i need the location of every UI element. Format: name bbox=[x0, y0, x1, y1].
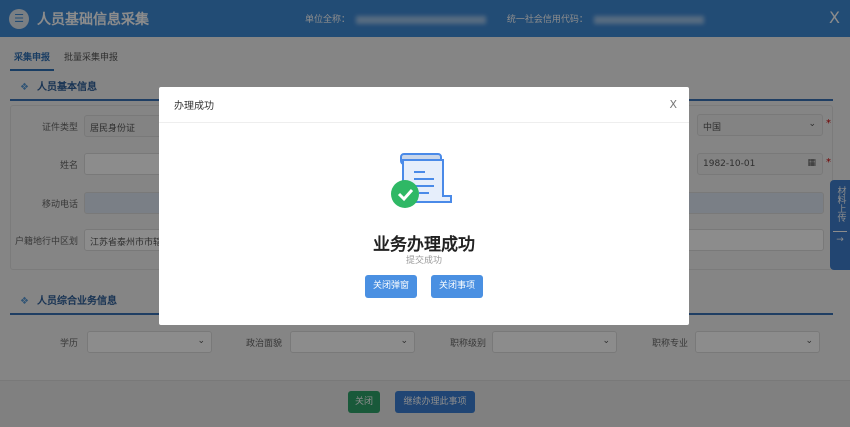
close-item-button[interactable]: 关闭事项 bbox=[431, 275, 483, 298]
success-dialog: 办理成功 X 业务办理成功 提交成功 关闭弹窗 关闭事项 bbox=[159, 87, 689, 325]
success-subtext: 提交成功 bbox=[405, 256, 442, 266]
document-success-icon bbox=[391, 153, 452, 208]
dialog-title: 办理成功 bbox=[159, 87, 689, 123]
close-popup-button[interactable]: 关闭弹窗 bbox=[365, 275, 417, 298]
success-heading: 业务办理成功 bbox=[373, 235, 475, 255]
dialog-close-icon[interactable]: X bbox=[669, 98, 677, 111]
